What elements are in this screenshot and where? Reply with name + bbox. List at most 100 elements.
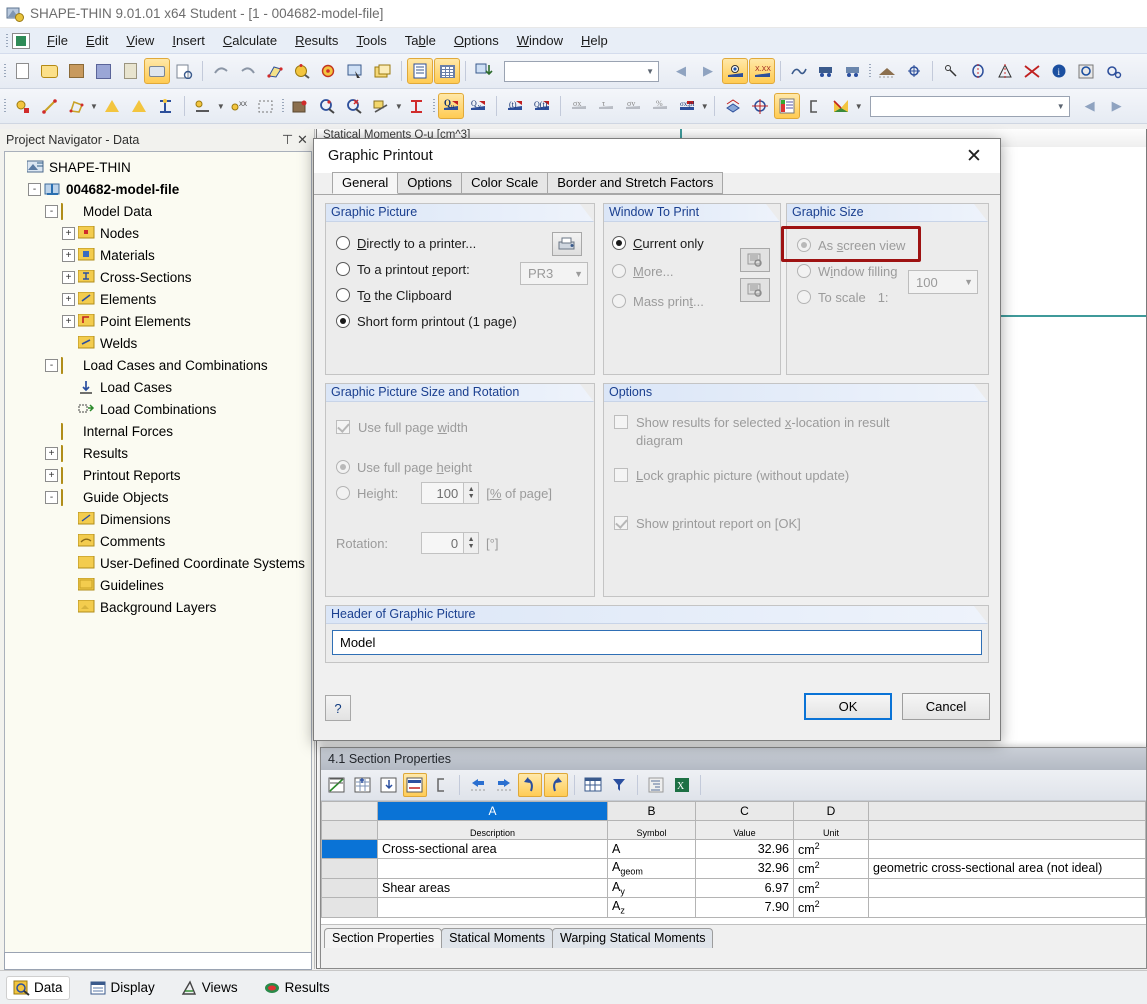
table-view-icon[interactable]: [434, 58, 460, 84]
dropdown-arrow-2-icon[interactable]: ▼: [217, 102, 225, 111]
row-header[interactable]: [322, 878, 378, 898]
calculate-icon[interactable]: [287, 93, 313, 119]
checkbox-lock-graphic-picture[interactable]: Lock graphic picture (without update): [614, 462, 978, 488]
mirror-icon[interactable]: [992, 58, 1018, 84]
import-icon[interactable]: [471, 58, 497, 84]
cell-description[interactable]: [378, 898, 608, 918]
menu-insert[interactable]: Insert: [163, 30, 214, 51]
surface-icon[interactable]: [874, 58, 900, 84]
tree-item-internal-forces[interactable]: Internal Forces: [5, 420, 311, 442]
menu-help[interactable]: Help: [572, 30, 617, 51]
toolbar2-grip-3[interactable]: [431, 97, 437, 115]
table-row[interactable]: Az7.90cm2: [322, 898, 1146, 918]
table-row[interactable]: Shear areasAy6.97cm2: [322, 878, 1146, 898]
arrow-left-icon[interactable]: [466, 773, 490, 797]
table-insert-icon[interactable]: [351, 773, 375, 797]
print-icon[interactable]: [144, 58, 170, 84]
toolbar2-grip-2[interactable]: [280, 97, 286, 115]
tree-item-nodes[interactable]: +Nodes: [5, 222, 311, 244]
bottom-tab-display[interactable]: Display: [84, 977, 161, 999]
expand-icon[interactable]: +: [62, 227, 75, 240]
printout-report-select[interactable]: PR3 ▼: [520, 262, 588, 285]
result-button-sigma-v[interactable]: σv: [620, 93, 646, 119]
cell-note[interactable]: [869, 840, 1146, 859]
navigator-tree[interactable]: SHAPE-THIN-004682-model-file-Model Data+…: [4, 151, 312, 967]
table-row[interactable]: Ageom32.96cm2geometric cross-sectional a…: [322, 859, 1146, 879]
add-node-icon[interactable]: [9, 93, 35, 119]
cell-value[interactable]: 6.97: [696, 878, 794, 898]
pin-icon[interactable]: ⊤: [280, 133, 295, 148]
prev-arrow-icon-2[interactable]: ◀: [1077, 93, 1103, 119]
row-header[interactable]: [322, 898, 378, 918]
cell-note[interactable]: geometric cross-sectional area (not idea…: [869, 859, 1146, 879]
sheet-tab-statical-moments[interactable]: Statical Moments: [441, 928, 553, 948]
radio-use-full-page-height[interactable]: Use full page height: [336, 454, 584, 480]
element-icon[interactable]: [404, 93, 430, 119]
result-button-tau[interactable]: τ: [593, 93, 619, 119]
outline-icon[interactable]: [644, 773, 668, 797]
radio-directly-to-printer[interactable]: Directly to a printer...: [336, 230, 584, 256]
settings-icon[interactable]: [1073, 58, 1099, 84]
color-panel-icon[interactable]: [828, 93, 854, 119]
gear-icon[interactable]: [1100, 58, 1126, 84]
result-button-sigma-xpl[interactable]: σx,pl: [674, 93, 700, 119]
zoom-out-icon[interactable]: [341, 93, 367, 119]
save-disk-icon[interactable]: [90, 58, 116, 84]
cell-description[interactable]: Shear areas: [378, 878, 608, 898]
train-load-icon[interactable]: [813, 58, 839, 84]
expand-icon[interactable]: +: [62, 271, 75, 284]
tree-item-materials[interactable]: +Materials: [5, 244, 311, 266]
radio-height[interactable]: Height: 100 ▲▼ [% of page]: [336, 480, 584, 506]
add-element-icon[interactable]: [99, 93, 125, 119]
menu-window[interactable]: Window: [508, 30, 572, 51]
tree-item-background-layers[interactable]: Background Layers: [5, 596, 311, 618]
save-report-icon[interactable]: [117, 58, 143, 84]
help-icon[interactable]: ?: [325, 695, 351, 721]
menu-edit[interactable]: Edit: [77, 30, 117, 51]
column-header-D[interactable]: D: [794, 802, 869, 821]
collapse-icon[interactable]: -: [28, 183, 41, 196]
cell-unit[interactable]: cm2: [794, 898, 869, 918]
target-icon[interactable]: [747, 93, 773, 119]
table-fill-down-icon[interactable]: [377, 773, 401, 797]
menu-view[interactable]: View: [117, 30, 163, 51]
cell-unit[interactable]: cm2: [794, 859, 869, 879]
dropdown-arrow-4-icon[interactable]: ▼: [701, 102, 709, 111]
column-header-C[interactable]: C: [696, 802, 794, 821]
tree-item-results[interactable]: +Results: [5, 442, 311, 464]
add-support-icon[interactable]: [190, 93, 216, 119]
add-section-icon[interactable]: [153, 93, 179, 119]
cell-note[interactable]: [869, 878, 1146, 898]
select-window-icon[interactable]: [253, 93, 279, 119]
checkbox-use-full-page-width[interactable]: Use full page width: [336, 414, 584, 440]
menu-calculate[interactable]: Calculate: [214, 30, 286, 51]
tree-item-printout-reports[interactable]: +Printout Reports: [5, 464, 311, 486]
bottom-tab-data[interactable]: Data: [6, 976, 70, 1000]
zoom-node-icon[interactable]: [289, 58, 315, 84]
tree-item-load-cases[interactable]: Load Cases: [5, 376, 311, 398]
redo-yellow-icon[interactable]: [544, 773, 568, 797]
cell-value[interactable]: 7.90: [696, 898, 794, 918]
rotation-spinner[interactable]: 0 ▲▼: [421, 532, 479, 554]
collapse-icon[interactable]: -: [45, 491, 58, 504]
row-header[interactable]: [322, 859, 378, 879]
tree-item-welds[interactable]: Welds: [5, 332, 311, 354]
rotate-icon[interactable]: [965, 58, 991, 84]
toolbar-combo-1[interactable]: ▼: [504, 61, 659, 82]
measure-icon[interactable]: [938, 58, 964, 84]
color-scale-icon[interactable]: [774, 93, 800, 119]
menu-table[interactable]: Table: [396, 30, 445, 51]
cell-symbol[interactable]: Az: [608, 898, 696, 918]
tree-item-dimensions[interactable]: Dimensions: [5, 508, 311, 530]
bracket-icon[interactable]: [801, 93, 827, 119]
layers-icon[interactable]: [720, 93, 746, 119]
expand-icon[interactable]: +: [45, 447, 58, 460]
tab-options[interactable]: Options: [397, 172, 462, 194]
radio-as-screen-view[interactable]: As screen view: [797, 232, 978, 258]
table-row[interactable]: Cross-sectional areaA32.96cm2: [322, 840, 1146, 859]
column-header-B[interactable]: B: [608, 802, 696, 821]
expand-icon[interactable]: +: [62, 315, 75, 328]
add-line-icon[interactable]: [36, 93, 62, 119]
tree-item-guidelines[interactable]: Guidelines: [5, 574, 311, 596]
cell-unit[interactable]: cm2: [794, 878, 869, 898]
